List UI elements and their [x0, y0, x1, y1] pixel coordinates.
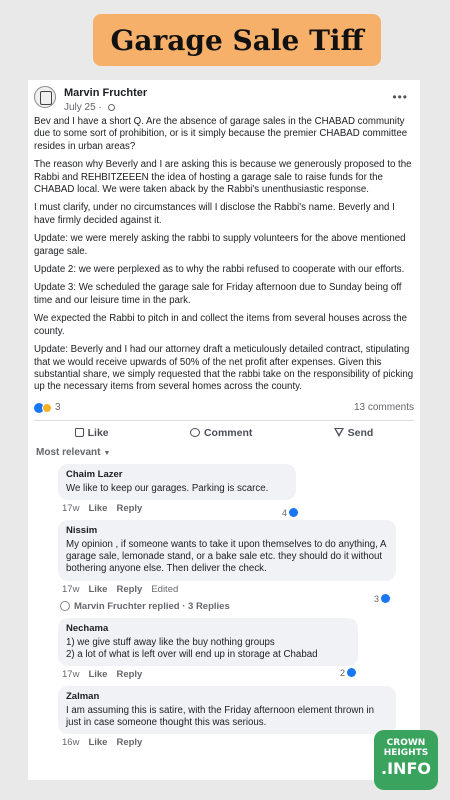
commenter-name[interactable]: Chaim Lazer	[66, 469, 288, 480]
sort-label: Most relevant	[36, 446, 101, 458]
comment-meta: 17w Like Reply	[58, 666, 420, 686]
comment-item: Chaim Lazer We like to keep our garages.…	[28, 463, 420, 520]
comment-reply-button[interactable]: Reply	[116, 737, 142, 754]
comment-reactions[interactable]: 4	[282, 507, 299, 518]
post-header: Marvin Fruchter July 25 · •••	[28, 80, 420, 116]
like-button[interactable]: Like	[74, 426, 109, 439]
comment-label: Comment	[203, 426, 253, 439]
post-paragraph: The reason why Beverly and I are asking …	[34, 159, 412, 196]
post-date[interactable]: July 25 ·	[64, 102, 147, 113]
comment-meta: 17w Like Reply Edited	[58, 581, 420, 601]
post-actions: Like Comment Send	[34, 419, 414, 445]
logo-bottom-text: .INFO	[381, 759, 431, 778]
comment-reply-button[interactable]: Reply	[116, 503, 142, 520]
commenter-name[interactable]: Nechama	[66, 623, 350, 634]
post-paragraph: We expected the Rabbi to pitch in and co…	[34, 313, 407, 337]
reaction-icons[interactable]	[34, 402, 52, 413]
post-paragraph: I must clarify, under no circumstances w…	[34, 202, 395, 226]
post-paragraph: Update 2: we were perplexed as to why th…	[34, 264, 405, 276]
post-stats: 3 13 comments	[28, 400, 420, 416]
comment-item: Nechama 1) we give stuff away like the b…	[28, 617, 420, 686]
comment-reactions[interactable]: 3	[374, 593, 391, 604]
comment-reply-button[interactable]: Reply	[116, 669, 142, 686]
comment-bubble: Chaim Lazer We like to keep our garages.…	[58, 463, 296, 500]
comment-like-button[interactable]: Like	[88, 669, 107, 686]
comment-age: 17w	[62, 668, 80, 680]
like-label: Like	[87, 426, 109, 439]
crown-heights-logo: CROWN HEIGHTS .INFO	[374, 730, 438, 790]
comment-bubble: Nechama 1) we give stuff away like the b…	[58, 617, 358, 666]
author-name[interactable]: Marvin Fruchter	[64, 87, 147, 99]
post-paragraph: Update: Beverly and I had our attorney d…	[34, 344, 414, 393]
like-reaction-icon	[347, 668, 357, 678]
commenter-name[interactable]: Nissim	[66, 525, 388, 536]
comment-age: 17w	[62, 502, 80, 514]
comment-reaction-count: 3	[374, 593, 380, 604]
comment-item: Zalman I am assuming this is satire, wit…	[28, 685, 420, 754]
comment-like-button[interactable]: Like	[88, 584, 107, 601]
like-reaction-icon	[289, 508, 299, 518]
comment-item: Nissim My opinion , if someone wants to …	[28, 519, 420, 604]
comment-like-button[interactable]: Like	[88, 737, 107, 754]
globe-icon	[107, 103, 115, 111]
view-replies-link[interactable]: Marvin Fruchter replied · 3 Replies	[28, 601, 420, 618]
comment-bubble-icon	[189, 428, 200, 438]
comment-text: My opinion , if someone wants to take it…	[66, 538, 386, 575]
more-options-icon[interactable]: •••	[386, 86, 414, 108]
logo-top-text: CROWN HEIGHTS	[383, 738, 429, 758]
send-label: Send	[347, 426, 374, 439]
commenter-name[interactable]: Zalman	[66, 691, 388, 702]
reaction-count[interactable]: 3	[55, 402, 61, 413]
post-paragraph: Bev and I have a short Q. Are the absenc…	[34, 116, 408, 152]
haha-reaction-icon	[42, 402, 52, 413]
comment-reaction-count: 2	[340, 667, 346, 678]
comment-meta: 17w Like Reply	[58, 500, 420, 520]
comment-age: 17w	[62, 583, 80, 595]
chevron-down-icon: ▼	[103, 449, 111, 457]
send-button[interactable]: Send	[333, 426, 374, 439]
post-date-text[interactable]: July 25 ·	[64, 102, 102, 113]
send-icon	[333, 428, 344, 438]
reply-avatar	[60, 601, 70, 612]
comment-text: 1) we give stuff away like the buy nothi…	[66, 636, 318, 660]
post-card: Marvin Fruchter July 25 · ••• Bev and I …	[28, 80, 420, 780]
comments-count[interactable]: 13 comments	[354, 402, 414, 413]
like-reaction-icon	[381, 594, 391, 604]
post-paragraph: Update 3: We scheduled the garage sale f…	[34, 282, 402, 306]
comment-text: I am assuming this is satire, with the F…	[66, 704, 374, 729]
comment-sort-dropdown[interactable]: Most relevant ▼	[28, 445, 420, 464]
comment-bubble: Nissim My opinion , if someone wants to …	[58, 519, 396, 581]
comment-text: We like to keep our garages. Parking is …	[66, 482, 269, 494]
banner-title: Garage Sale Tiff	[110, 23, 364, 57]
comment-meta: 16w Like Reply	[58, 734, 420, 754]
author-block: Marvin Fruchter July 25 ·	[64, 86, 147, 113]
comment-reaction-count: 4	[282, 507, 288, 518]
comment-like-button[interactable]: Like	[88, 503, 107, 520]
comment-reactions[interactable]: 2	[340, 667, 357, 678]
title-banner: Garage Sale Tiff	[93, 14, 381, 66]
author-avatar[interactable]	[34, 86, 56, 108]
comment-button[interactable]: Comment	[189, 426, 253, 439]
comment-reply-button[interactable]: Reply	[116, 584, 142, 601]
post-body: Bev and I have a short Q. Are the absenc…	[28, 116, 420, 394]
thumbs-up-icon	[74, 428, 84, 438]
comment-age: 16w	[62, 737, 80, 749]
comment-bubble: Zalman I am assuming this is satire, wit…	[58, 685, 396, 735]
replies-text: Marvin Fruchter replied · 3 Replies	[74, 600, 230, 612]
comment-edited-label: Edited	[151, 583, 179, 595]
post-paragraph: Update: we were merely asking the rabbi …	[34, 233, 406, 257]
